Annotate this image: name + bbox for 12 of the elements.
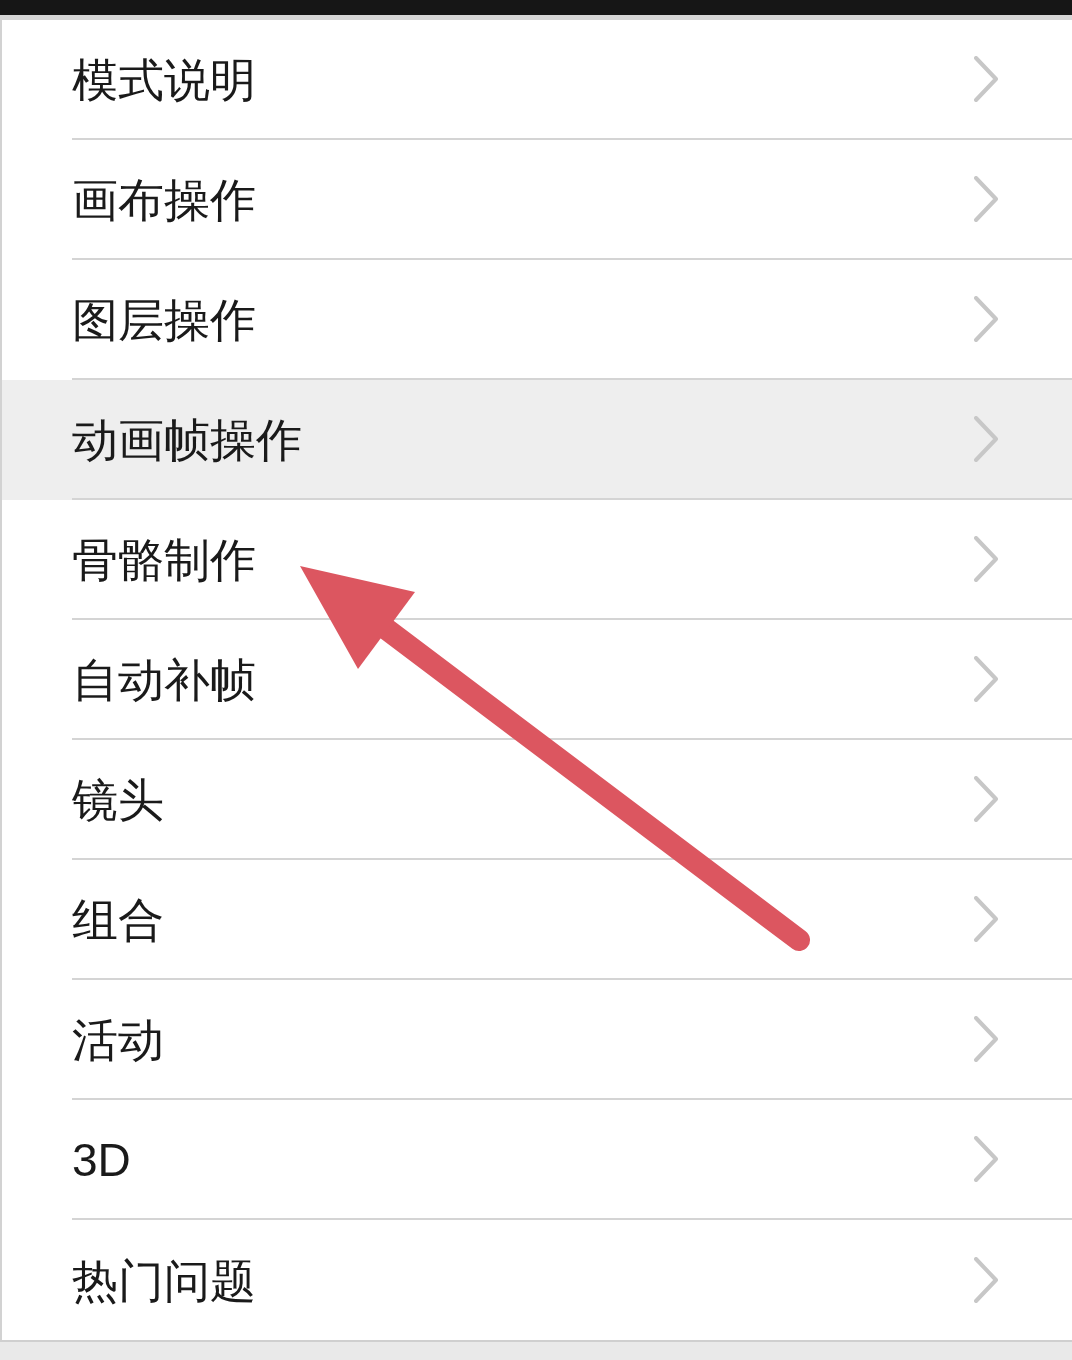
chevron-right-icon [974,536,998,582]
chevron-right-icon [974,1257,998,1303]
chevron-right-icon [974,776,998,822]
chevron-right-icon [974,296,998,342]
chevron-right-icon [974,1016,998,1062]
chevron-right-icon [974,656,998,702]
menu-item[interactable]: 动画帧操作 [2,380,1072,500]
chevron-right-icon [974,56,998,102]
chevron-right-icon [974,416,998,462]
chevron-right-icon [974,1136,998,1182]
chevron-right-icon [974,896,998,942]
chevron-right-icon [974,176,998,222]
